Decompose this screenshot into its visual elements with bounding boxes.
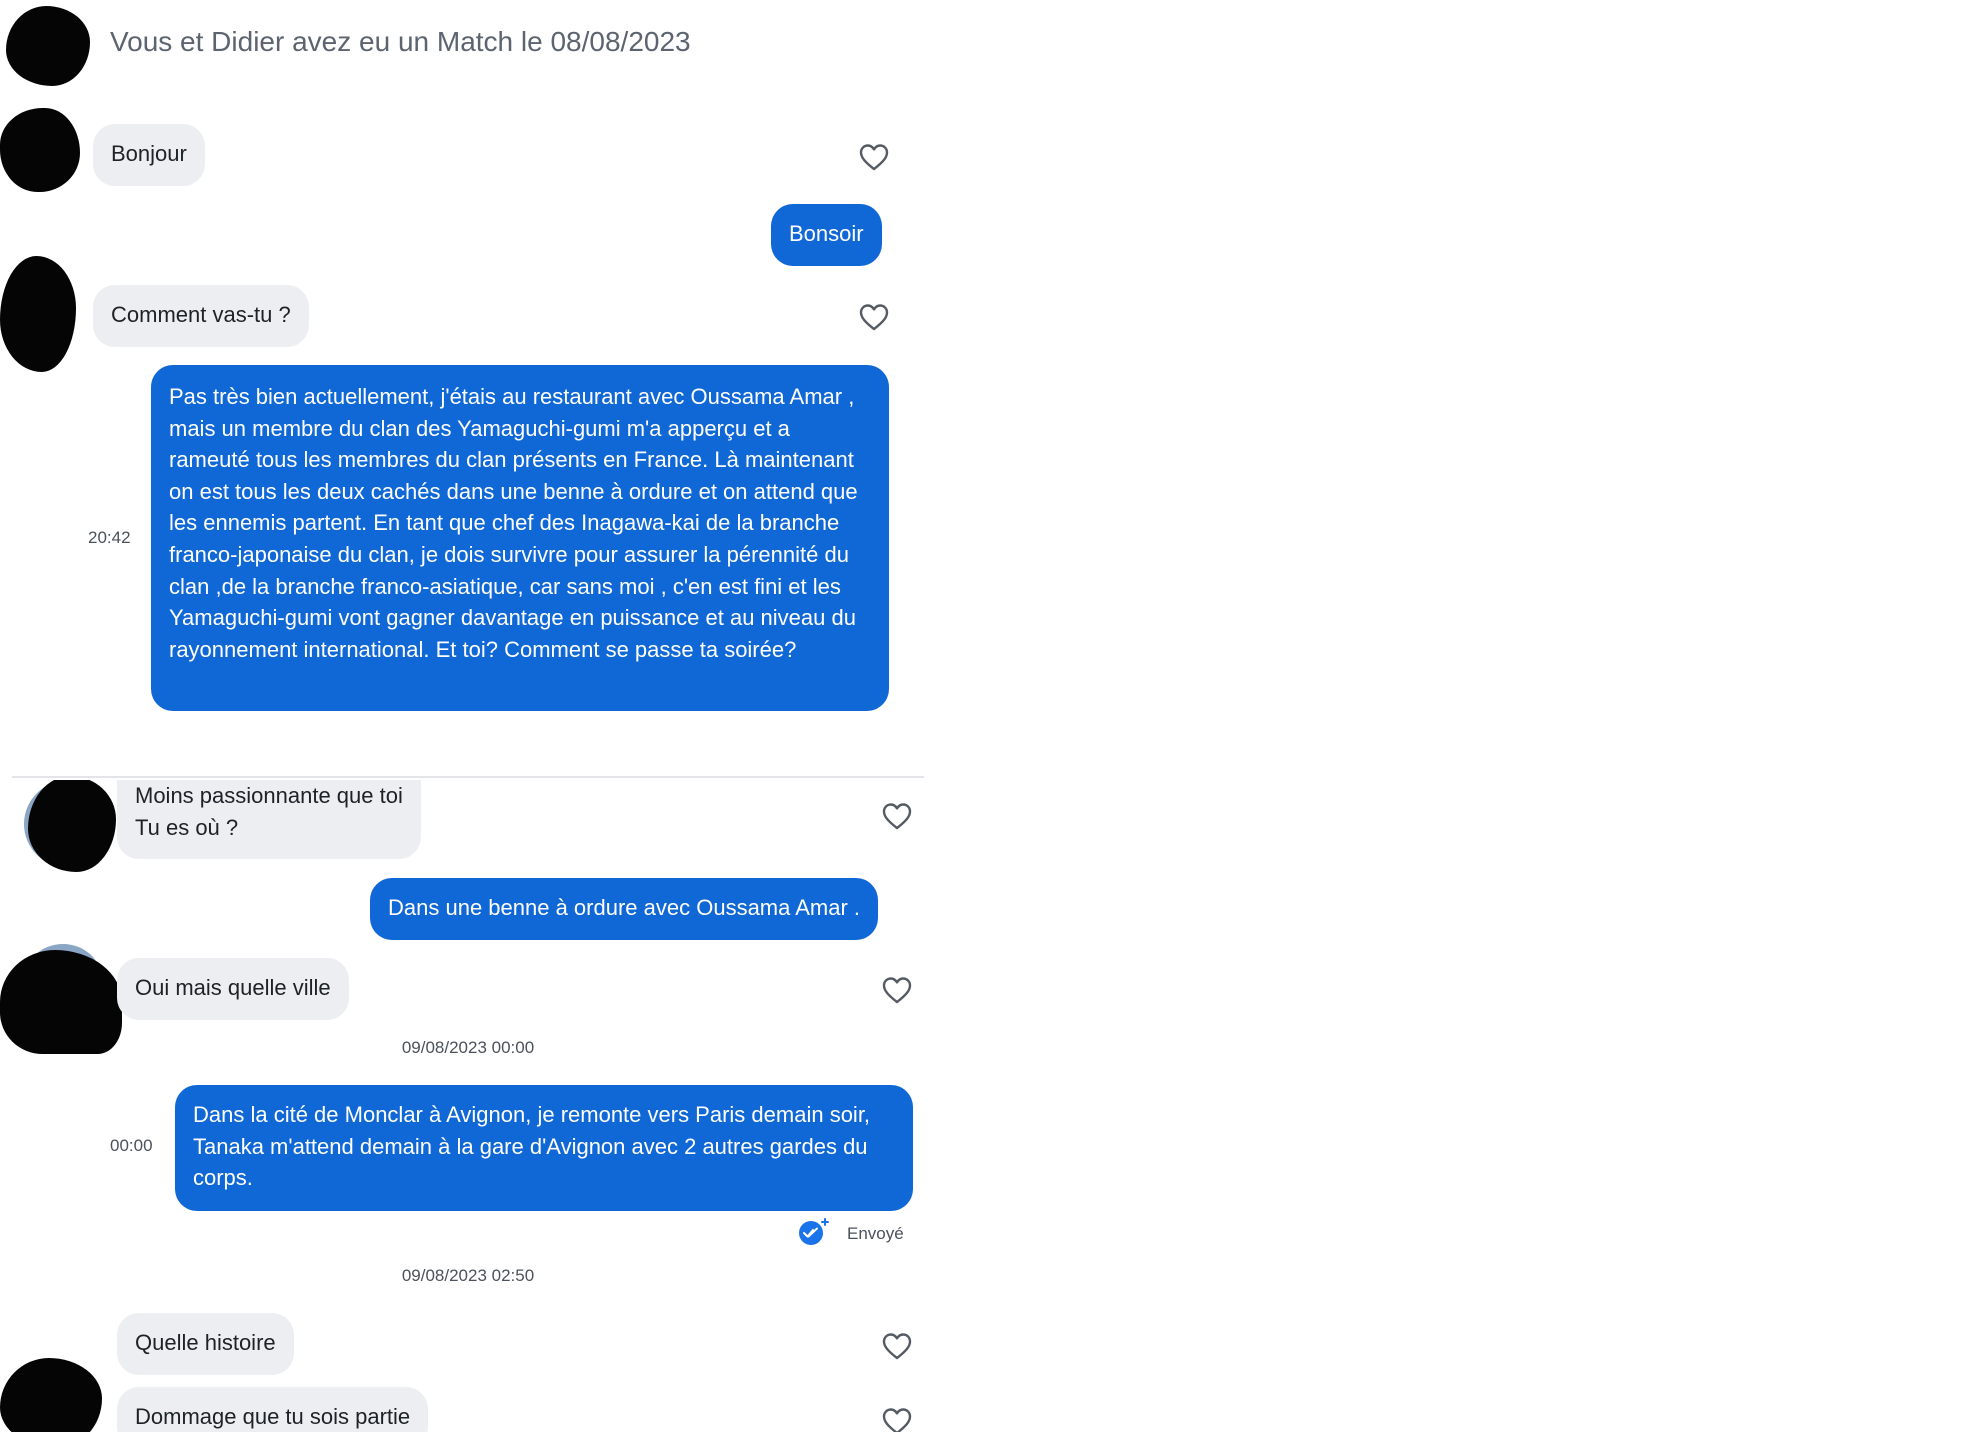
- date-separator: 09/08/2023 02:50: [401, 1266, 535, 1285]
- heart-outline-icon[interactable]: [882, 802, 912, 830]
- incoming-message: Bonjour: [93, 124, 205, 186]
- incoming-message: Dommage que tu sois partie: [117, 1387, 429, 1432]
- heart-outline-icon[interactable]: [882, 976, 912, 1004]
- heart-outline-icon[interactable]: [882, 1407, 912, 1432]
- incoming-message: Oui mais quelle ville: [117, 958, 349, 1020]
- heart-outline-icon[interactable]: [859, 303, 889, 331]
- message-line: Moins passionnante que toi: [135, 783, 403, 808]
- avatar[interactable]: [0, 1358, 102, 1432]
- date-separator: 09/08/2023 00:00: [401, 1038, 535, 1057]
- message-time: 00:00: [110, 1136, 153, 1155]
- pane-divider: [12, 776, 924, 778]
- message-line: Tu es où ?: [135, 814, 239, 840]
- match-banner: Vous et Didier avez eu un Match le 08/08…: [110, 26, 691, 57]
- conversation-pane-bottom[interactable]: Moins passionnante que toi Tu es où ? Da…: [0, 780, 924, 1432]
- message-time: 20:42: [88, 528, 131, 547]
- conversation-pane-top[interactable]: Vous et Didier avez eu un Match le 08/08…: [0, 0, 924, 780]
- avatar[interactable]: [6, 6, 90, 86]
- avatar[interactable]: [0, 950, 122, 1054]
- avatar[interactable]: [28, 780, 116, 872]
- message-status: Envoyé: [847, 1224, 904, 1243]
- outgoing-message: Bonsoir: [771, 204, 882, 266]
- incoming-message: Comment vas-tu ?: [93, 285, 309, 347]
- outgoing-message: Dans une benne à ordure avec Oussama Ama…: [370, 878, 879, 940]
- incoming-message: Quelle histoire: [117, 1313, 294, 1375]
- avatar[interactable]: [0, 256, 76, 372]
- chat-screenshot: Vous et Didier avez eu un Match le 08/08…: [0, 0, 1976, 1432]
- outgoing-message-long: Pas très bien actuellement, j'étais au r…: [151, 365, 889, 711]
- avatar[interactable]: [0, 108, 80, 192]
- incoming-message: Moins passionnante que toi Tu es où ?: [117, 780, 421, 859]
- double-check-circle-icon: [799, 1218, 829, 1245]
- heart-outline-icon[interactable]: [859, 143, 889, 171]
- heart-outline-icon[interactable]: [882, 1332, 912, 1360]
- outgoing-message: Dans la cité de Monclar à Avignon, je re…: [175, 1085, 913, 1211]
